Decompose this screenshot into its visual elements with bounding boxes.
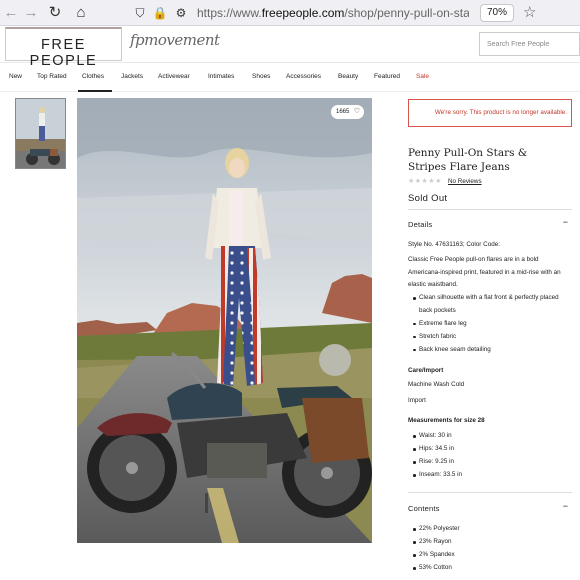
- care-instructions: Machine Wash Cold: [408, 381, 465, 388]
- likes-counter[interactable]: 1665 ♡: [331, 105, 364, 119]
- contents-section-title[interactable]: Contents: [408, 504, 440, 513]
- nav-item-intimates[interactable]: Intimates: [208, 73, 234, 80]
- active-nav-indicator: [78, 90, 112, 92]
- list-item: Back knee seam detailing: [413, 344, 568, 357]
- divider: [408, 209, 572, 210]
- reload-icon[interactable]: ↻: [46, 4, 64, 22]
- heart-icon[interactable]: ♡: [354, 105, 360, 119]
- site-header: FREE PEOPLE fpmovement Search Free Peopl…: [0, 27, 580, 69]
- nav-item-sale[interactable]: Sale: [416, 73, 429, 80]
- url-text[interactable]: https://www.freepeople.com/shop/penny-pu…: [197, 5, 469, 21]
- collapse-icon[interactable]: −: [563, 217, 568, 227]
- nav-item-activewear[interactable]: Activewear: [158, 73, 190, 80]
- likes-count: 1665: [336, 109, 350, 115]
- home-icon[interactable]: ⌂: [72, 4, 90, 22]
- nav-item-accessories[interactable]: Accessories: [286, 73, 321, 80]
- forward-arrow-icon[interactable]: →: [22, 4, 40, 22]
- search-input[interactable]: Search Free People: [479, 32, 580, 56]
- list-item: Hips: 34.5 in: [413, 443, 568, 456]
- category-nav: New Top Rated Clothes Jackets Activewear…: [0, 64, 580, 92]
- collapse-icon[interactable]: −: [563, 501, 568, 511]
- import-info: Import: [408, 397, 426, 404]
- url-bar[interactable]: ⛉ 🔒 ⚙ https://www.freepeople.com/shop/pe…: [127, 2, 547, 24]
- list-item: Inseam: 33.5 in: [413, 469, 568, 482]
- product-info-panel: We're sorry. This product is no longer a…: [408, 96, 580, 580]
- nav-item-beauty[interactable]: Beauty: [338, 73, 358, 80]
- back-arrow-icon[interactable]: ←: [2, 4, 20, 22]
- permissions-icon[interactable]: ⚙: [173, 5, 189, 21]
- product-main-image[interactable]: [77, 98, 372, 543]
- list-item: Stretch fabric: [413, 331, 568, 344]
- product-thumbnail[interactable]: [15, 98, 66, 169]
- nav-item-featured[interactable]: Featured: [374, 73, 400, 80]
- contents-list: 22% Polyester 23% Rayon 2% Spandex 53% C…: [413, 523, 568, 575]
- features-list: Clean silhouette with a flat front & per…: [413, 292, 568, 357]
- reviews-link[interactable]: No Reviews: [448, 178, 482, 185]
- list-item: 23% Rayon: [413, 536, 568, 549]
- product-description: Classic Free People pull-on flares are i…: [408, 256, 561, 288]
- shield-icon[interactable]: ⛉: [132, 5, 148, 21]
- care-import-title: Care/Import: [408, 367, 444, 374]
- divider: [408, 492, 572, 493]
- list-item: 2% Spandex: [413, 549, 568, 562]
- lock-icon[interactable]: 🔒: [152, 5, 168, 21]
- nav-item-top-rated[interactable]: Top Rated: [37, 73, 67, 80]
- logo-tab[interactable]: FREE PEOPLE: [5, 27, 122, 69]
- nav-item-jackets[interactable]: Jackets: [121, 73, 143, 80]
- nav-item-new[interactable]: New: [9, 73, 22, 80]
- product-title: Penny Pull-On Stars & Stripes Flare Jean…: [408, 147, 528, 173]
- list-item: 53% Cotton: [413, 562, 568, 575]
- nav-item-shoes[interactable]: Shoes: [252, 73, 270, 80]
- bookmark-star-icon[interactable]: ☆: [523, 4, 536, 22]
- list-item: Rise: 9.25 in: [413, 456, 568, 469]
- rating-stars: ★★★★★: [408, 178, 442, 185]
- list-item: Extreme flare leg: [413, 318, 568, 331]
- zoom-level[interactable]: 70%: [480, 4, 514, 22]
- unavailable-notice: We're sorry. This product is no longer a…: [408, 99, 572, 127]
- measurements-list: Waist: 30 in Hips: 34.5 in Rise: 9.25 in…: [413, 430, 568, 482]
- browser-toolbar: ← → ↻ ⌂ ⛉ 🔒 ⚙ https://www.freepeople.com…: [0, 0, 580, 26]
- measurements-title: Measurements for size 28: [408, 417, 485, 424]
- list-item: Waist: 30 in: [413, 430, 568, 443]
- list-item: 22% Polyester: [413, 523, 568, 536]
- style-number: Style No. 47631163; Color Code:: [408, 241, 500, 248]
- stock-status: Sold Out: [408, 193, 448, 204]
- list-item: Clean silhouette with a flat front & per…: [413, 292, 568, 317]
- nav-item-clothes[interactable]: Clothes: [82, 73, 104, 80]
- details-section-title[interactable]: Details: [408, 220, 432, 229]
- fp-movement-logo[interactable]: fpmovement: [130, 31, 220, 49]
